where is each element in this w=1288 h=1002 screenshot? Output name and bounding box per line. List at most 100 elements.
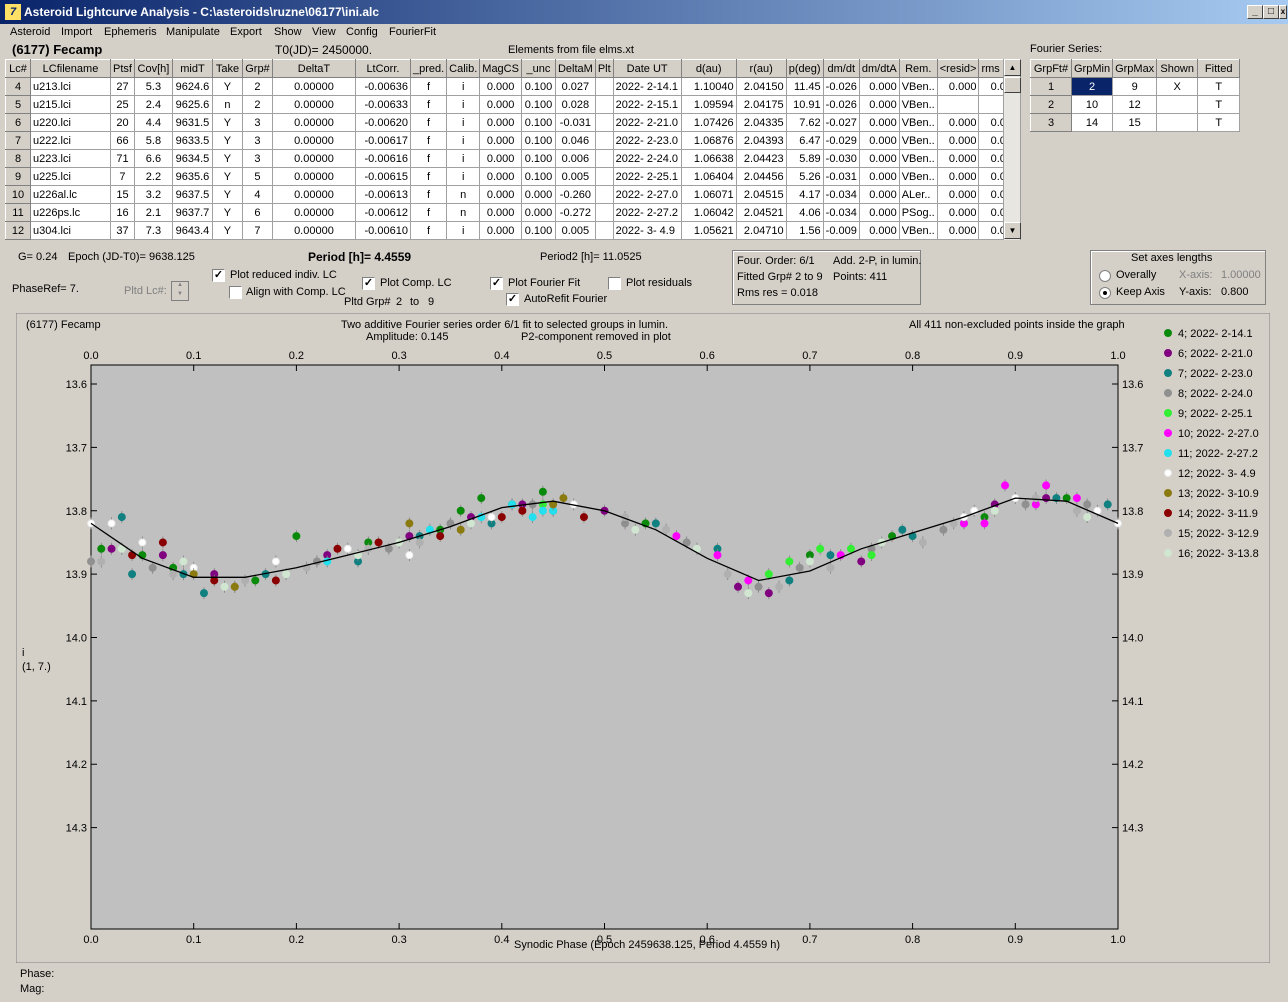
table-cell[interactable]: 0.000 bbox=[520, 185, 556, 204]
table-cell[interactable]: 2.04423 bbox=[735, 149, 787, 168]
pltd-grp-from[interactable]: 2 bbox=[396, 296, 402, 308]
lightcurve-table[interactable]: Lc# LCfilename Ptsf Cov[h] midT Take Grp# Delta… bbox=[5, 59, 1022, 240]
table-cell[interactable]: f bbox=[409, 185, 448, 204]
table-cell[interactable]: 2022- 2-27.2 bbox=[612, 203, 682, 222]
table-cell[interactable]: -0.00610 bbox=[354, 221, 411, 240]
table-cell[interactable]: 9631.5 bbox=[171, 113, 213, 132]
table-cell[interactable]: Y bbox=[211, 167, 243, 186]
column-header[interactable]: d(au) bbox=[680, 59, 737, 78]
column-header[interactable]: MagCS bbox=[479, 59, 522, 78]
table-cell[interactable]: 2 bbox=[241, 95, 273, 114]
table-row[interactable]: 5 u215.lci 25 2.4 9625.6 n 2 0.00000 -0.00633 f i 0… bbox=[5, 95, 1022, 114]
table-cell[interactable]: -0.031 bbox=[554, 113, 596, 132]
table-cell[interactable]: 9635.6 bbox=[171, 167, 213, 186]
table-cell[interactable]: u226ps.lc bbox=[30, 203, 111, 222]
table-cell[interactable]: 6 bbox=[241, 203, 273, 222]
column-header[interactable]: midT bbox=[171, 59, 213, 78]
table-cell[interactable]: 0.000 bbox=[858, 77, 900, 96]
table-cell[interactable]: VBen.. bbox=[898, 167, 938, 186]
table-cell[interactable]: 7.62 bbox=[785, 113, 824, 132]
menu-asteroid[interactable]: Asteroid bbox=[10, 26, 50, 38]
table-cell[interactable]: f bbox=[409, 77, 448, 96]
row-number-cell[interactable]: 8 bbox=[5, 149, 31, 168]
menu-import[interactable]: Import bbox=[61, 26, 92, 38]
table-cell[interactable]: Y bbox=[211, 131, 243, 150]
table-cell[interactable]: 0.00000 bbox=[271, 131, 356, 150]
maximize-icon[interactable]: □ bbox=[1263, 5, 1279, 19]
table-cell[interactable]: i bbox=[446, 131, 481, 150]
column-header[interactable]: Lc# bbox=[5, 59, 31, 78]
table-cell[interactable]: -0.00617 bbox=[354, 131, 411, 150]
table-cell[interactable]: 2.2 bbox=[133, 167, 173, 186]
table-cell[interactable]: 66 bbox=[110, 131, 135, 150]
table-cell[interactable] bbox=[594, 167, 614, 186]
table-cell[interactable]: 0.00000 bbox=[271, 167, 356, 186]
table-cell[interactable]: f bbox=[409, 113, 448, 132]
table-cell[interactable]: 0.006 bbox=[554, 149, 596, 168]
table-cell[interactable]: u304.lci bbox=[30, 221, 111, 240]
table-cell[interactable]: 2022- 3- 4.9 bbox=[612, 221, 682, 240]
table-cell[interactable]: 16 bbox=[110, 203, 135, 222]
column-header[interactable]: Plt bbox=[594, 59, 614, 78]
plot-comp-checkbox[interactable]: ✓ bbox=[362, 277, 375, 290]
table-cell[interactable]: VBen.. bbox=[898, 95, 938, 114]
fourier-cell[interactable]: 1 bbox=[1030, 77, 1072, 96]
column-header[interactable]: Grp# bbox=[241, 59, 273, 78]
table-cell[interactable]: u220.lci bbox=[30, 113, 111, 132]
table-cell[interactable]: i bbox=[446, 113, 481, 132]
row-number-cell[interactable]: 12 bbox=[5, 221, 31, 240]
x-axis-value[interactable]: 1.00000 bbox=[1221, 269, 1261, 281]
fourier-cell[interactable]: T bbox=[1197, 77, 1241, 96]
table-cell[interactable]: 9637.5 bbox=[171, 185, 213, 204]
table-cell[interactable]: 0.000 bbox=[858, 149, 900, 168]
fourier-column-header[interactable]: GrpMax bbox=[1112, 59, 1158, 78]
y-axis-value[interactable]: 0.800 bbox=[1221, 286, 1249, 298]
table-cell[interactable]: 0.100 bbox=[520, 131, 556, 150]
table-cell[interactable]: -0.027 bbox=[822, 113, 860, 132]
table-cell[interactable]: 0.000 bbox=[936, 203, 980, 222]
fourier-cell[interactable]: 15 bbox=[1112, 113, 1158, 132]
table-cell[interactable]: 1.06071 bbox=[680, 185, 737, 204]
table-cell[interactable]: 1.56 bbox=[785, 221, 824, 240]
table-cell[interactable]: 0.005 bbox=[554, 221, 596, 240]
table-cell[interactable]: 9637.7 bbox=[171, 203, 213, 222]
period-value[interactable]: Period [h]= 4.4559 bbox=[308, 250, 411, 264]
table-cell[interactable]: 0.100 bbox=[520, 221, 556, 240]
scroll-down-icon[interactable]: ▼ bbox=[1004, 222, 1021, 239]
table-cell[interactable]: 0.000 bbox=[936, 221, 980, 240]
table-cell[interactable]: 0.000 bbox=[479, 203, 522, 222]
table-cell[interactable]: i bbox=[446, 95, 481, 114]
table-cell[interactable]: 3 bbox=[241, 131, 273, 150]
table-cell[interactable]: 25 bbox=[110, 95, 135, 114]
table-cell[interactable]: 0.100 bbox=[520, 77, 556, 96]
table-cell[interactable]: 4.4 bbox=[133, 113, 173, 132]
table-cell[interactable]: VBen.. bbox=[898, 113, 938, 132]
table-cell[interactable]: 9625.6 bbox=[171, 95, 213, 114]
table-cell[interactable]: 5 bbox=[241, 167, 273, 186]
row-number-cell[interactable]: 6 bbox=[5, 113, 31, 132]
column-header[interactable]: <resid> bbox=[936, 59, 980, 78]
table-cell[interactable]: 4.17 bbox=[785, 185, 824, 204]
table-cell[interactable]: u215.lci bbox=[30, 95, 111, 114]
table-cell[interactable]: i bbox=[446, 149, 481, 168]
table-cell[interactable]: u225.lci bbox=[30, 167, 111, 186]
table-cell[interactable]: -0.034 bbox=[822, 185, 860, 204]
table-cell[interactable]: 0.000 bbox=[479, 167, 522, 186]
table-cell[interactable]: -0.00612 bbox=[354, 203, 411, 222]
table-cell[interactable]: 0.000 bbox=[858, 221, 900, 240]
lightcurve-plot[interactable]: 0.00.00.10.10.20.20.30.30.40.40.50.50.60… bbox=[15, 312, 1271, 964]
column-header[interactable]: Cov[h] bbox=[133, 59, 173, 78]
table-cell[interactable]: 9634.5 bbox=[171, 149, 213, 168]
table-cell[interactable]: 2022- 2-23.0 bbox=[612, 131, 682, 150]
table-cell[interactable]: 3 bbox=[241, 149, 273, 168]
table-cell[interactable]: 0.00000 bbox=[271, 203, 356, 222]
row-number-cell[interactable]: 7 bbox=[5, 131, 31, 150]
table-cell[interactable]: 5.3 bbox=[133, 77, 173, 96]
column-header[interactable]: _pred. bbox=[409, 59, 448, 78]
fourier-cell[interactable]: 14 bbox=[1070, 113, 1114, 132]
menu-ephemeris[interactable]: Ephemeris bbox=[104, 26, 157, 38]
fourier-cell[interactable]: X bbox=[1156, 77, 1199, 96]
table-cell[interactable]: -0.00636 bbox=[354, 77, 411, 96]
table-cell[interactable]: 5.26 bbox=[785, 167, 824, 186]
fourier-cell[interactable] bbox=[1156, 95, 1199, 114]
